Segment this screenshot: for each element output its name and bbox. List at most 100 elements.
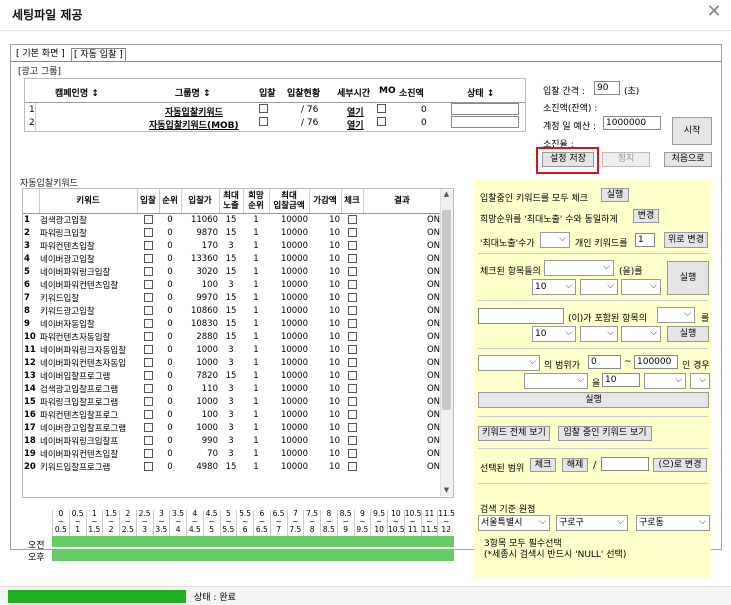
bid-checkbox[interactable] [137, 421, 159, 435]
save-settings-button[interactable]: 설정 저장 [542, 152, 594, 167]
keyword-name[interactable]: 검색광고입찰프로그램 [39, 382, 137, 396]
operator-select[interactable] [580, 279, 618, 295]
bid-checkbox[interactable] [137, 395, 159, 409]
checkbox[interactable] [347, 253, 357, 263]
up-change-button[interactable]: 위로 변경 [664, 232, 708, 248]
check-checkbox[interactable] [341, 460, 363, 474]
check-checkbox[interactable] [341, 226, 363, 240]
keyword-row[interactable]: 9 네이버자동입찰 0 10830 15 1 10000 10 ON [23, 317, 441, 331]
state-field[interactable] [451, 116, 519, 128]
bid-checkbox[interactable] [137, 226, 159, 240]
range-change-button[interactable]: (으)로 변경 [653, 458, 707, 472]
checkbox[interactable] [143, 344, 153, 354]
view-bidding-keywords-button[interactable]: 입찰 중인 키워드 보기 [558, 426, 652, 441]
check-checkbox[interactable] [341, 330, 363, 344]
bid-checkbox[interactable] [137, 343, 159, 357]
checkbox[interactable] [143, 240, 153, 250]
range-field-select[interactable] [478, 355, 540, 371]
view-all-keywords-button[interactable]: 키워드 전체 보기 [478, 426, 550, 441]
schedule-time-cell[interactable]: 5.5 ~ 6 [236, 510, 253, 536]
checkbox[interactable] [143, 214, 153, 224]
keyword-name[interactable]: 네이버파워컨텐츠자동입 [39, 356, 137, 370]
checkbox[interactable] [143, 396, 153, 406]
keyword-row[interactable]: 17 네이버광고입찰프로그램 0 1000 3 1 10000 10 ON [23, 421, 441, 435]
keyword-name[interactable]: 네이버광고입찰프로그램 [39, 421, 137, 435]
checkbox[interactable] [347, 240, 357, 250]
schedule-time-cell[interactable]: 3.5 ~ 4 [169, 510, 186, 536]
contains-unit-select[interactable] [621, 326, 661, 342]
schedule-time-cell[interactable]: 1 ~ 1.5 [85, 510, 103, 536]
keyword-name[interactable]: 네이버광고입찰 [39, 252, 137, 266]
schedule-time-cell[interactable]: 2.5 ~ 3 [135, 510, 153, 536]
check-checkbox[interactable] [341, 421, 363, 435]
mo-checkbox[interactable] [377, 117, 386, 126]
keyword-row[interactable]: 11 네이버파워링크자동입찰 0 1000 3 1 10000 10 ON [23, 343, 441, 357]
checkbox[interactable] [347, 383, 357, 393]
checkbox[interactable] [347, 331, 357, 341]
checkbox[interactable] [143, 409, 153, 419]
checkbox[interactable] [347, 435, 357, 445]
col-state[interactable]: 상태 ↕ [467, 86, 494, 99]
bid-checkbox[interactable] [137, 239, 159, 253]
check-checkbox[interactable] [341, 356, 363, 370]
checkbox[interactable] [143, 318, 153, 328]
keyword-name[interactable]: 네이버파워컨텐츠입찰 [39, 278, 137, 292]
start-button[interactable]: 시작 [672, 117, 712, 145]
keyword-name[interactable]: 파워컨텐츠입찰프로그 [39, 408, 137, 422]
bid-checkbox[interactable] [137, 369, 159, 383]
range-run-button[interactable]: 실행 [478, 392, 709, 408]
close-icon[interactable]: ✕ [704, 2, 724, 22]
keyword-row[interactable]: 8 키워드광고입찰 0 10860 15 1 10000 10 ON [23, 304, 441, 318]
checkbox[interactable] [143, 266, 153, 276]
checkbox[interactable] [143, 253, 153, 263]
schedule-time-cell[interactable]: 3 ~ 3.5 [152, 510, 170, 536]
check-checkbox[interactable] [341, 252, 363, 266]
checkbox[interactable] [347, 448, 357, 458]
city-select[interactable]: 서울특별시 [478, 515, 550, 531]
checkbox[interactable] [347, 396, 357, 406]
schedule-time-cell[interactable]: 11.5 ~ 12 [437, 510, 455, 536]
contains-field-select[interactable] [657, 307, 695, 323]
group-name-link[interactable]: 자동입찰키워드(MOB) [149, 118, 239, 131]
keyword-name[interactable]: 네이버자동입찰 [39, 317, 137, 331]
bid-checkbox[interactable] [137, 330, 159, 344]
checkbox[interactable] [347, 461, 357, 471]
keyword-name[interactable]: 네이버파워링크입찰프 [39, 434, 137, 448]
contains-input[interactable] [478, 308, 564, 324]
checkbox[interactable] [347, 344, 357, 354]
checkbox[interactable] [347, 409, 357, 419]
schedule-time-cell[interactable]: 8 ~ 8.5 [320, 510, 337, 536]
keyword-row[interactable]: 1 검색광고입찰 0 11060 15 1 10000 10 ON [23, 213, 441, 227]
keyword-row[interactable]: 3 파워컨텐츠입찰 0 170 3 1 10000 10 ON [23, 239, 441, 253]
keyword-name[interactable]: 네이버파워컨텐츠입찰 [39, 447, 137, 461]
schedule-time-cell[interactable]: 10 ~ 10.5 [387, 510, 405, 536]
checkbox[interactable] [347, 292, 357, 302]
schedule-time-cell[interactable]: 7.5 ~ 8 [303, 510, 320, 536]
checkbox[interactable] [347, 214, 357, 224]
check-checkbox[interactable] [341, 343, 363, 357]
check-checkbox[interactable] [341, 278, 363, 292]
checkbox[interactable] [347, 227, 357, 237]
keyword-row[interactable]: 6 네이버파워컨텐츠입찰 0 100 3 1 10000 10 ON [23, 278, 441, 292]
keyword-row[interactable]: 13 네이버입찰프로그램 0 7820 15 1 10000 10 ON [23, 369, 441, 383]
bid-checkbox[interactable] [137, 460, 159, 474]
keyword-name[interactable]: 파워컨텐츠자동입찰 [39, 330, 137, 344]
keyword-name[interactable]: 검색광고입찰 [39, 213, 137, 227]
schedule-time-cell[interactable]: 10.5 ~ 11 [403, 510, 421, 536]
keyword-name[interactable]: 키워드광고입찰 [39, 304, 137, 318]
check-checkbox[interactable] [341, 395, 363, 409]
bid-checkbox[interactable] [137, 278, 159, 292]
keyword-row[interactable]: 2 파워링크입찰 0 9870 15 1 10000 10 ON [23, 226, 441, 240]
keyword-row[interactable]: 12 네이버파워컨텐츠자동입 0 1000 3 1 10000 10 ON [23, 356, 441, 370]
mo-checkbox[interactable] [377, 104, 386, 113]
schedule-time-cell[interactable]: 7 ~ 7.5 [286, 510, 304, 536]
checkbox[interactable] [347, 266, 357, 276]
keyword-row[interactable]: 18 네이버파워링크입찰프 0 990 3 1 10000 10 ON [23, 434, 441, 448]
group-name-link[interactable]: 자동입찰키워드 [165, 105, 223, 118]
keyword-row[interactable]: 4 네이버광고입찰 0 13360 15 1 10000 10 ON [23, 252, 441, 266]
bid-checkbox[interactable] [137, 434, 159, 448]
range-check-button[interactable]: 체크 [530, 458, 556, 472]
tab-basic[interactable]: [ 기본 화면 ] [14, 48, 67, 61]
checkbox[interactable] [347, 305, 357, 315]
reset-button[interactable]: 처음으로 [664, 152, 712, 167]
